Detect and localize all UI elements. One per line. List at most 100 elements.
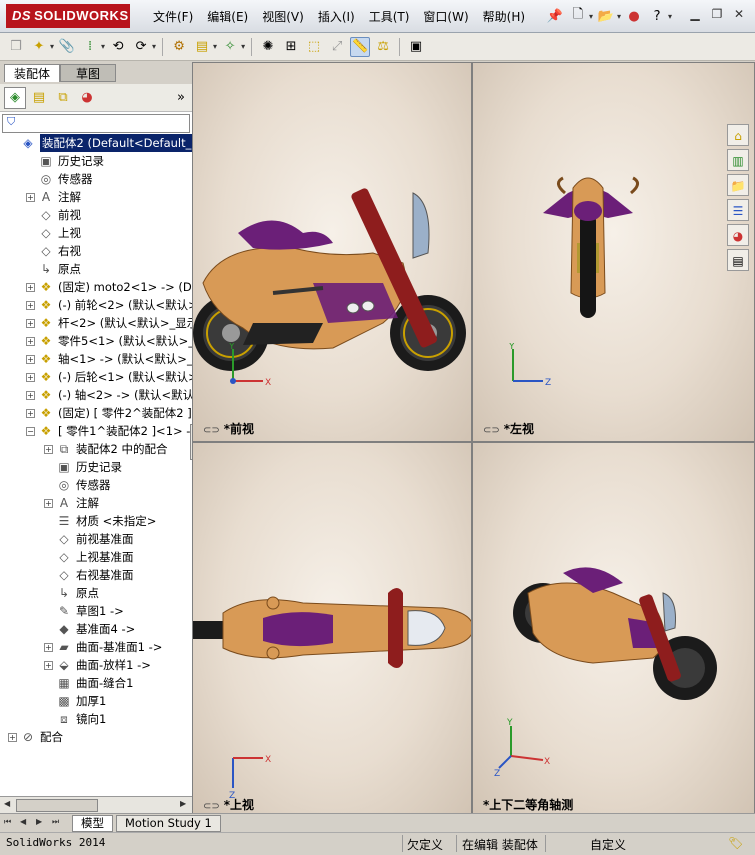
tree-item-label: [ 零件1^装配体2 ]<1> -> (58, 424, 192, 438)
configuration-manager-icon[interactable]: ⧉ (52, 87, 74, 109)
pattern-icon[interactable]: ⁞ (80, 37, 100, 57)
tab-last-icon[interactable]: ⏭ (52, 817, 59, 827)
tab-first-icon[interactable]: ⏮ (4, 817, 11, 827)
viewport-isometric[interactable]: Y X Z *上下二等角轴测 (472, 442, 755, 818)
status-editing: 在编辑 装配体 (462, 838, 538, 852)
expand-icon[interactable]: + (44, 445, 53, 454)
home-icon[interactable]: ⌂ (727, 124, 749, 146)
expand-icon[interactable]: + (26, 301, 35, 310)
interference-check-icon[interactable]: ⬚ (304, 37, 324, 57)
menu-insert[interactable]: 插入(I) (311, 8, 362, 25)
annotation-icon: A (59, 496, 69, 510)
scroll-left-icon[interactable]: ◀ (4, 799, 10, 808)
chevron-right-icon[interactable]: » (170, 87, 192, 109)
pin-icon[interactable]: 📌 (545, 6, 565, 26)
scrollbar-thumb[interactable] (16, 799, 98, 812)
design-library-icon[interactable]: ▥ (727, 149, 749, 171)
tab-motion-study[interactable]: Motion Study 1 (116, 815, 221, 832)
expand-icon[interactable]: + (26, 193, 35, 202)
tab-model[interactable]: 模型 (72, 815, 113, 832)
expand-icon[interactable]: + (26, 373, 35, 382)
move-component-icon[interactable]: ⟲ (108, 37, 128, 57)
instant3d-icon[interactable]: ▣ (406, 37, 426, 57)
measure-icon[interactable]: 📏 (350, 36, 371, 57)
feature-manager-pane: 装配体 草图 ◈ ▤ ⧉ ◕ » ⛉ ◈ 装配体2 (Default<Defaul… (0, 62, 193, 832)
expand-icon[interactable]: + (44, 643, 53, 652)
new-document-icon[interactable]: 🗋 (568, 6, 588, 26)
file-explorer-icon[interactable]: 📁 (727, 174, 749, 196)
menu-help[interactable]: 帮助(H) (476, 8, 532, 25)
plane-icon: ◇ (41, 208, 51, 222)
rotate-component-icon[interactable]: ⟳ (131, 37, 151, 57)
bill-of-materials-icon[interactable]: ⊞ (281, 37, 301, 57)
tree-item-label: 原点 (76, 586, 99, 600)
smart-fastener-icon[interactable]: ⚙ (169, 37, 189, 57)
expand-icon[interactable]: + (8, 733, 17, 742)
close-icon[interactable]: ✕ (731, 6, 747, 22)
tree-item-label: (固定) [ 零件2^装配体2 ]< (58, 406, 192, 420)
tab-sketch[interactable]: 草图 (60, 64, 116, 82)
svg-text:Z: Z (494, 769, 500, 778)
feature-manager-icon[interactable]: ◈ (4, 86, 26, 109)
tree-filter-input[interactable]: ⛉ (2, 114, 190, 133)
chevron-down-icon[interactable]: ▾ (589, 12, 593, 21)
tree-horizontal-scrollbar[interactable]: ◀ ▶ (0, 796, 192, 813)
chevron-down-icon[interactable]: ▾ (101, 42, 105, 51)
rebuild-tag-icon[interactable]: 🏷 (728, 836, 743, 850)
tree-item-label: 曲面-基准面1 -> (76, 640, 163, 654)
viewport-front[interactable]: Y X ⊂⊃ *前视 (192, 62, 472, 442)
help-icon[interactable]: ? (647, 6, 667, 26)
insert-component-icon[interactable]: ❒ (6, 37, 26, 57)
chevron-down-icon[interactable]: ▾ (152, 42, 156, 51)
mate-icon[interactable]: 📎 (57, 37, 77, 57)
viewport-top[interactable]: X Z ⊂⊃ *上视 (192, 442, 472, 818)
collapse-icon[interactable]: − (26, 427, 35, 436)
menu-window[interactable]: 窗口(W) (416, 8, 475, 25)
menu-view[interactable]: 视图(V) (255, 8, 311, 25)
part-icon: ❖ (40, 370, 52, 384)
expand-icon[interactable]: + (26, 319, 35, 328)
chevron-down-icon[interactable]: ▾ (50, 42, 54, 51)
chevron-down-icon[interactable]: ▾ (668, 12, 672, 21)
tree-item-label: 基准面4 -> (76, 622, 136, 636)
minimize-icon[interactable]: ▁ (687, 6, 703, 22)
new-part-icon[interactable]: ✦ (29, 37, 49, 57)
tab-prev-icon[interactable]: ◀ (20, 817, 26, 826)
expand-icon[interactable]: + (26, 391, 35, 400)
plane-icon: ◇ (59, 568, 69, 582)
chevron-down-icon[interactable]: ▾ (213, 42, 217, 51)
viewport-left[interactable]: Y Z ⊂⊃ *左视 (472, 62, 755, 442)
menu-file[interactable]: 文件(F) (146, 8, 200, 25)
chevron-down-icon[interactable]: ▾ (241, 42, 245, 51)
traffic-light-icon[interactable]: ● (624, 6, 644, 26)
assembly-icon: ◈ (23, 136, 33, 150)
menu-edit[interactable]: 编辑(E) (200, 8, 255, 25)
status-units[interactable]: 自定义 (590, 836, 626, 853)
appearance-manager-icon[interactable]: ◕ (76, 87, 98, 109)
open-folder-icon[interactable]: 📂 (596, 6, 616, 26)
solidworks-logo[interactable]: DS SOLIDWORKS (6, 4, 130, 28)
reference-geometry-icon[interactable]: ✧ (220, 37, 240, 57)
chevron-down-icon[interactable]: ▾ (617, 12, 621, 21)
explode-view-icon[interactable]: ✺ (258, 37, 278, 57)
view-palette-icon[interactable]: ☰ (727, 199, 749, 221)
tab-assembly[interactable]: 装配体 (4, 64, 60, 82)
clearance-icon[interactable]: ⤢ (327, 37, 347, 57)
scroll-right-icon[interactable]: ▶ (180, 799, 186, 808)
expand-icon[interactable]: + (26, 337, 35, 346)
expand-icon[interactable]: + (26, 355, 35, 364)
tab-next-icon[interactable]: ▶ (36, 817, 42, 826)
tree-item-label: 注解 (76, 496, 99, 510)
expand-icon[interactable]: + (26, 409, 35, 418)
restore-icon[interactable]: ❐ (709, 6, 725, 22)
expand-icon[interactable]: + (44, 661, 53, 670)
property-manager-icon[interactable]: ▤ (28, 87, 50, 109)
appearances-icon[interactable]: ◕ (727, 224, 749, 246)
custom-properties-icon[interactable]: ▤ (727, 249, 749, 271)
expand-icon[interactable]: + (26, 283, 35, 292)
expand-icon[interactable]: + (44, 499, 53, 508)
mass-properties-icon[interactable]: ⚖ (373, 37, 393, 57)
menu-tools[interactable]: 工具(T) (362, 8, 417, 25)
tree-item-label: 镜向1 (76, 712, 107, 726)
assembly-feature-icon[interactable]: ▤ (192, 37, 212, 57)
